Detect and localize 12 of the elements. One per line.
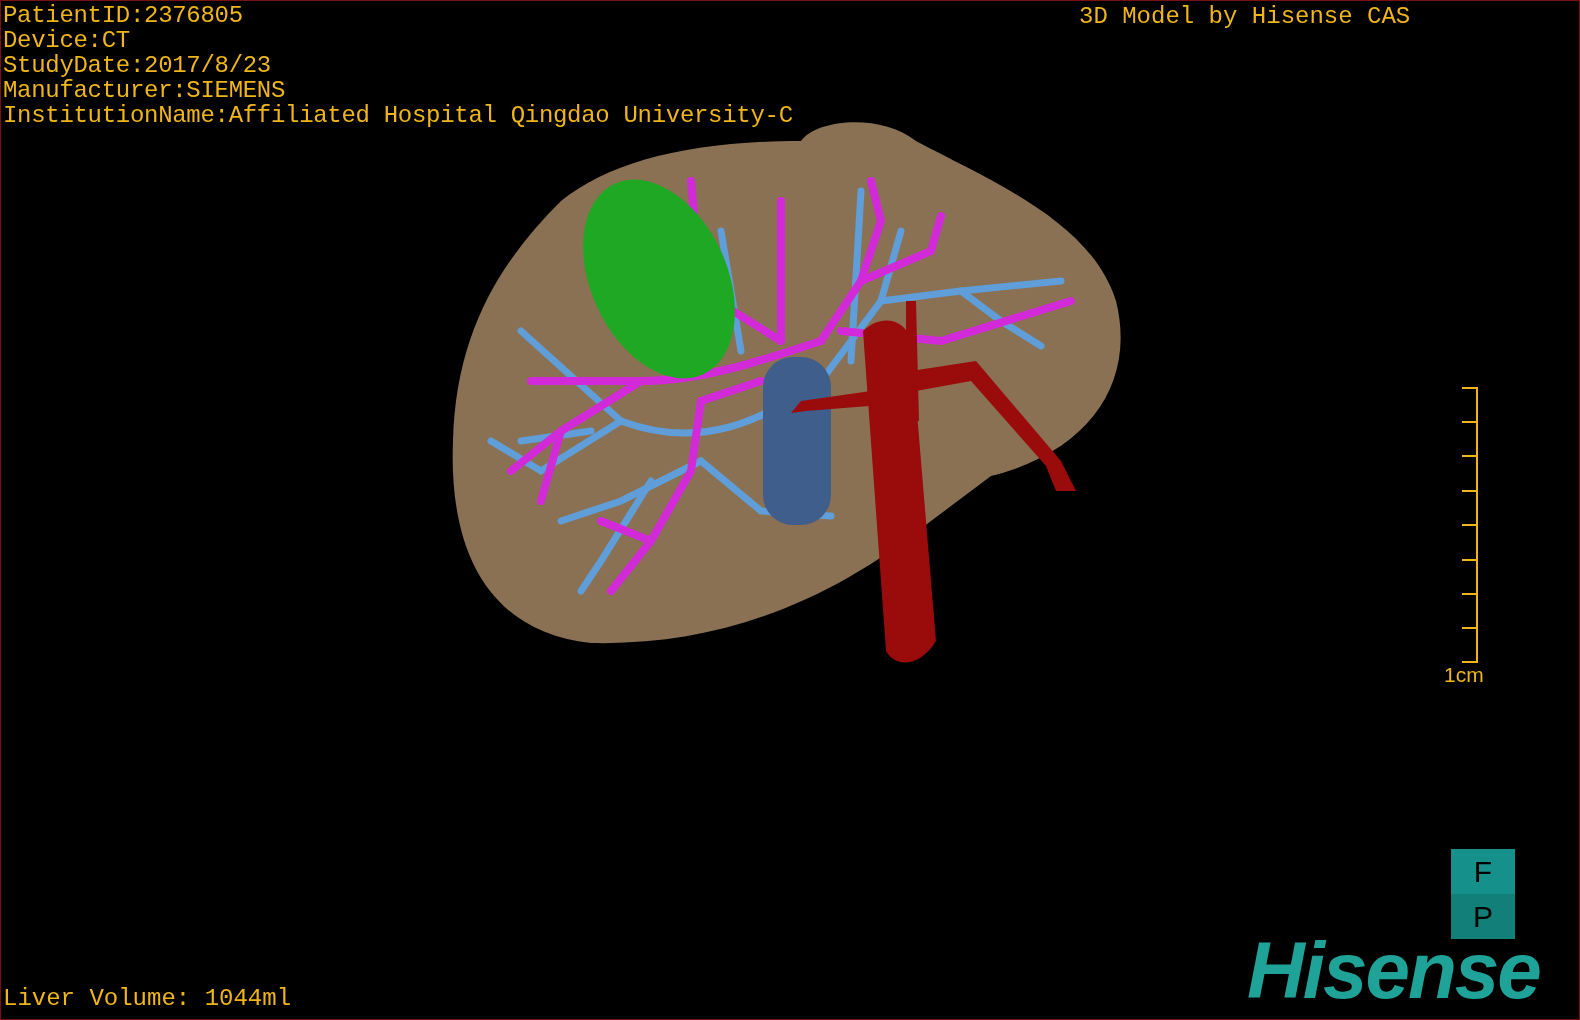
model-caption: 3D Model by Hisense CAS (1079, 4, 1411, 29)
scale-label: 1cm (1444, 663, 1484, 687)
orientation-label: P (1451, 894, 1515, 939)
study-info-line: InstitutionName:Affiliated Hospital Qingdao University-C (3, 103, 793, 128)
scale-bar-icon (1461, 387, 1478, 663)
liver-volume: Liver Volume: 1044ml (3, 986, 292, 1011)
study-info-line: Device:CT (3, 28, 131, 53)
study-info-line: StudyDate:2017/8/23 (3, 53, 272, 78)
study-info-line: PatientID:2376805 (3, 3, 244, 28)
study-info-line: Manufacturer:SIEMENS (3, 78, 287, 103)
orientation-cube[interactable]: F P (1451, 849, 1515, 937)
orientation-label: F (1451, 849, 1515, 894)
